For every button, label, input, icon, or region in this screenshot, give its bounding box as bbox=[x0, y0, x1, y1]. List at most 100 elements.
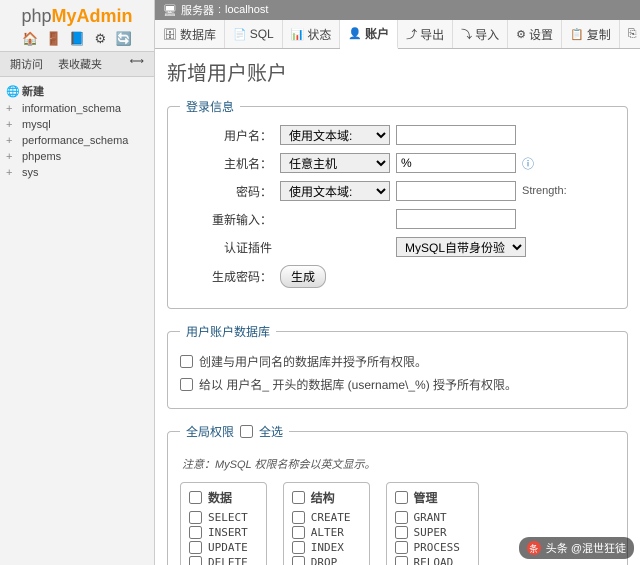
selectall-link[interactable]: 全选 bbox=[259, 423, 283, 440]
priv-checkbox[interactable] bbox=[189, 511, 202, 524]
priv-checkbox[interactable] bbox=[292, 511, 305, 524]
recent-tab[interactable]: 期访问 bbox=[4, 54, 49, 74]
username-select[interactable]: 使用文本域: bbox=[280, 125, 390, 145]
login-fieldset: 登录信息 用户名： 使用文本域: 主机名： 任意主机 ⓘ 密码： 使用文本域: … bbox=[167, 98, 628, 309]
password-input[interactable] bbox=[396, 181, 516, 201]
tab-import[interactable]: ⤵导入 bbox=[453, 20, 508, 48]
page-title: 新增用户账户 bbox=[167, 57, 628, 86]
sidebar: phpMyAdmin 🏠 🚪 📘 ⚙ 🔄 期访问 表收藏夹 ⟷ 🌐新建 +inf… bbox=[0, 0, 155, 565]
watermark-icon: 条 bbox=[527, 541, 541, 555]
settings-icon[interactable]: ⚙ bbox=[92, 31, 108, 47]
selectall-checkbox[interactable] bbox=[240, 425, 253, 438]
priv-checkbox[interactable] bbox=[292, 526, 305, 539]
priv-checkbox[interactable] bbox=[292, 556, 305, 565]
wildcard-label: 给以 用户名_ 开头的数据库 (username\_%) 授予所有权限。 bbox=[199, 376, 517, 393]
priv-structure: 结构 CREATE ALTER INDEX DROP bbox=[283, 482, 370, 565]
auth-label: 认证插件 bbox=[180, 239, 280, 256]
db-tree: 🌐新建 +information_schema +mysql +performa… bbox=[0, 77, 154, 185]
db-item[interactable]: +mysql bbox=[2, 117, 152, 133]
priv-checkbox[interactable] bbox=[292, 541, 305, 554]
reload-icon[interactable]: 🔄 bbox=[116, 31, 132, 47]
dbpriv-fieldset: 用户账户数据库 创建与用户同名的数据库并授予所有权限。 给以 用户名_ 开头的数… bbox=[167, 323, 628, 409]
createdb-checkbox[interactable] bbox=[180, 355, 193, 368]
tab-accounts[interactable]: 👤账户 bbox=[340, 20, 398, 49]
server-bar: 🖥 服务器: localhost bbox=[155, 0, 640, 20]
struct-all-checkbox[interactable] bbox=[292, 491, 305, 504]
username-input[interactable] bbox=[396, 125, 516, 145]
password-label: 密码： bbox=[180, 183, 280, 200]
hostname-label: 主机名： bbox=[180, 155, 280, 172]
gear-icon: ⚙ bbox=[516, 28, 526, 41]
collapse-icon[interactable]: ⟷ bbox=[124, 54, 150, 69]
tab-variables[interactable]: ⎘变量 bbox=[620, 20, 640, 48]
sidebar-toolbar: 🏠 🚪 📘 ⚙ 🔄 bbox=[0, 27, 154, 51]
logo: phpMyAdmin bbox=[0, 4, 154, 27]
plus-icon: 🌐 bbox=[6, 85, 18, 98]
sidebar-tabs: 期访问 表收藏夹 ⟷ bbox=[0, 51, 154, 77]
username-label: 用户名： bbox=[180, 127, 280, 144]
generate-button[interactable]: 生成 bbox=[280, 265, 326, 288]
retype-label: 重新输入： bbox=[180, 211, 280, 228]
favorites-tab[interactable]: 表收藏夹 bbox=[52, 54, 108, 74]
tab-settings[interactable]: ⚙设置 bbox=[508, 20, 562, 48]
priv-note: 注意：MySQL 权限名称会以英文显示。 bbox=[182, 456, 613, 472]
tab-replication[interactable]: 📋复制 bbox=[562, 20, 620, 48]
vars-icon: ⎘ bbox=[628, 28, 637, 41]
admin-all-checkbox[interactable] bbox=[395, 491, 408, 504]
priv-admin: 管理 GRANT SUPER PROCESS RELOAD bbox=[386, 482, 479, 565]
tab-export[interactable]: ⤴导出 bbox=[398, 20, 453, 48]
logout-icon[interactable]: 🚪 bbox=[46, 31, 62, 47]
expand-icon: + bbox=[6, 151, 18, 163]
tab-sql[interactable]: 📄SQL bbox=[225, 20, 283, 48]
dbpriv-legend: 用户账户数据库 bbox=[180, 323, 276, 340]
top-tabs: 🗄数据库 📄SQL 📊状态 👤账户 ⤴导出 ⤵导入 ⚙设置 📋复制 ⎘变量 bbox=[155, 20, 640, 49]
db-item[interactable]: +phpems bbox=[2, 149, 152, 165]
new-db[interactable]: 🌐新建 bbox=[2, 81, 152, 101]
retype-input[interactable] bbox=[396, 209, 516, 229]
priv-checkbox[interactable] bbox=[395, 556, 408, 565]
priv-data: 数据 SELECT INSERT UPDATE DELETE bbox=[180, 482, 267, 565]
export-icon: ⤴ bbox=[406, 26, 417, 42]
priv-checkbox[interactable] bbox=[189, 541, 202, 554]
sql-icon: 📄 bbox=[233, 28, 247, 41]
server-label: 服务器 bbox=[181, 2, 214, 18]
hostname-select[interactable]: 任意主机 bbox=[280, 153, 390, 173]
server-icon: 🖥 bbox=[163, 4, 177, 17]
help-icon[interactable]: ⓘ bbox=[522, 155, 534, 172]
db-item[interactable]: +information_schema bbox=[2, 101, 152, 117]
password-select[interactable]: 使用文本域: bbox=[280, 181, 390, 201]
wildcard-checkbox[interactable] bbox=[180, 378, 193, 391]
db-item[interactable]: +performance_schema bbox=[2, 133, 152, 149]
copy-icon: 📋 bbox=[570, 28, 584, 41]
import-icon: ⤵ bbox=[461, 26, 472, 42]
priv-checkbox[interactable] bbox=[395, 511, 408, 524]
content: 新增用户账户 登录信息 用户名： 使用文本域: 主机名： 任意主机 ⓘ 密码： … bbox=[155, 49, 640, 565]
expand-icon: + bbox=[6, 103, 18, 115]
expand-icon: + bbox=[6, 135, 18, 147]
watermark: 条 头条 @混世狂徒 bbox=[519, 537, 634, 559]
expand-icon: + bbox=[6, 167, 18, 179]
login-legend: 登录信息 bbox=[180, 98, 240, 115]
db-item[interactable]: +sys bbox=[2, 165, 152, 181]
expand-icon: + bbox=[6, 119, 18, 131]
data-all-checkbox[interactable] bbox=[189, 491, 202, 504]
tab-databases[interactable]: 🗄数据库 bbox=[155, 20, 225, 48]
priv-checkbox[interactable] bbox=[395, 541, 408, 554]
hostname-input[interactable] bbox=[396, 153, 516, 173]
priv-checkbox[interactable] bbox=[189, 526, 202, 539]
server-name[interactable]: localhost bbox=[225, 4, 268, 16]
db-icon: 🗄 bbox=[163, 28, 177, 41]
genpw-label: 生成密码： bbox=[180, 268, 280, 285]
priv-checkbox[interactable] bbox=[189, 556, 202, 565]
priv-checkbox[interactable] bbox=[395, 526, 408, 539]
createdb-label: 创建与用户同名的数据库并授予所有权限。 bbox=[199, 353, 427, 370]
home-icon[interactable]: 🏠 bbox=[22, 31, 38, 47]
tab-status[interactable]: 📊状态 bbox=[283, 20, 341, 48]
status-icon: 📊 bbox=[291, 28, 305, 41]
user-icon: 👤 bbox=[348, 27, 362, 40]
main: 🖥 服务器: localhost 🗄数据库 📄SQL 📊状态 👤账户 ⤴导出 ⤵… bbox=[155, 0, 640, 565]
global-legend: 全局权限 全选 bbox=[180, 423, 289, 440]
docs-icon[interactable]: 📘 bbox=[69, 31, 85, 47]
auth-select[interactable]: MySQL自带身份验证 bbox=[396, 237, 526, 257]
strength-label: Strength: bbox=[522, 185, 567, 197]
